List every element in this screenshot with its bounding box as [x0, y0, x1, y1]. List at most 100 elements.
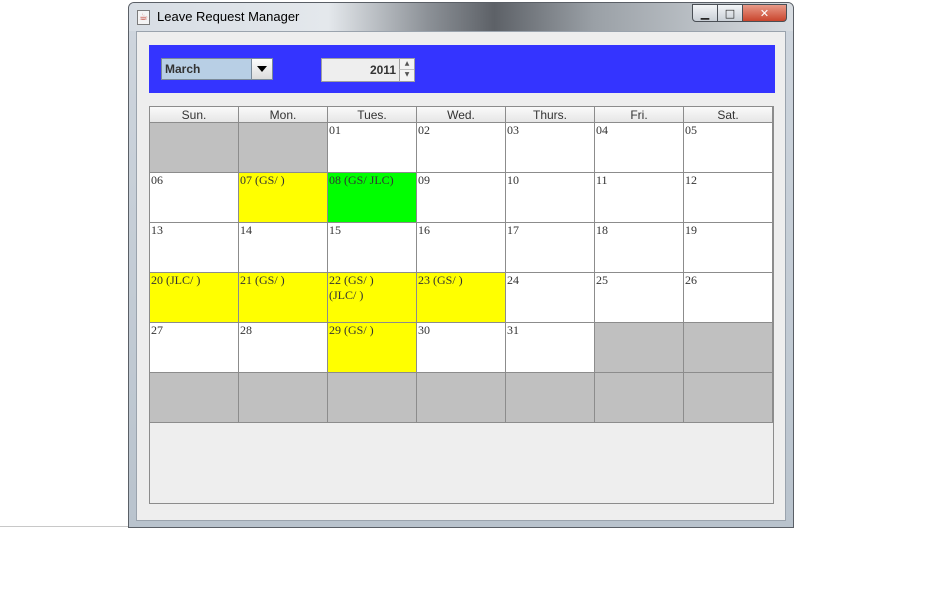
calendar-day-cell[interactable]: 06	[150, 173, 239, 223]
day-header-mon: Mon.	[239, 107, 328, 123]
calendar-day-cell[interactable]: 01	[328, 123, 417, 173]
calendar-day-cell[interactable]: 30	[417, 323, 506, 373]
calendar-day-cell[interactable]: 11	[595, 173, 684, 223]
month-year-selector-bar: March 2011 ▲ ▼	[149, 45, 775, 93]
day-header-wed: Wed.	[417, 107, 506, 123]
calendar-day-cell[interactable]: 09	[417, 173, 506, 223]
calendar-day-cell[interactable]: 27	[150, 323, 239, 373]
maximize-button[interactable]: □	[718, 4, 743, 22]
calendar-day-cell[interactable]: 04	[595, 123, 684, 173]
calendar-day-cell[interactable]: 23 (GS/ )	[417, 273, 506, 323]
day-header-row: Sun. Mon. Tues. Wed. Thurs. Fri. Sat.	[150, 107, 773, 123]
close-icon: ✕	[759, 6, 770, 20]
background-divider-line	[0, 526, 128, 527]
calendar-day-label: 08 (GS/ JLC)	[329, 173, 394, 187]
window-titlebar[interactable]: ☕ Leave Request Manager ▁ □ ✕	[129, 3, 793, 31]
day-header-sun: Sun.	[150, 107, 239, 123]
calendar-day-label: 06	[151, 173, 163, 187]
calendar-day-label: 16	[418, 223, 430, 237]
calendar-day-label: 30	[418, 323, 430, 337]
calendar-empty-cell	[595, 323, 684, 373]
calendar-day-cell[interactable]: 20 (JLC/ )	[150, 273, 239, 323]
calendar-day-cell[interactable]: 18	[595, 223, 684, 273]
calendar-day-cell[interactable]: 14	[239, 223, 328, 273]
calendar-day-label: 26	[685, 273, 697, 287]
day-header-sat: Sat.	[684, 107, 773, 123]
calendar-day-label: 20 (JLC/ )	[151, 273, 201, 287]
calendar-day-cell[interactable]: 24	[506, 273, 595, 323]
calendar-day-label: 13	[151, 223, 163, 237]
calendar-empty-cell	[150, 373, 239, 423]
leave-request-window: ☕ Leave Request Manager ▁ □ ✕ March 2011…	[128, 2, 794, 528]
calendar-day-label: 10	[507, 173, 519, 187]
caption-buttons: ▁ □ ✕	[692, 4, 787, 23]
calendar-day-cell[interactable]: 02	[417, 123, 506, 173]
calendar-day-label: 29 (GS/ )	[329, 323, 374, 337]
calendar-day-cell[interactable]: 16	[417, 223, 506, 273]
calendar-day-label: 22 (GS/ )	[329, 273, 374, 287]
calendar-day-cell[interactable]: 17	[506, 223, 595, 273]
calendar-day-label: 01	[329, 123, 341, 137]
month-dropdown[interactable]: March	[161, 58, 273, 80]
year-spinner[interactable]: 2011 ▲ ▼	[321, 58, 415, 82]
calendar-day-cell[interactable]: 13	[150, 223, 239, 273]
maximize-icon: □	[724, 6, 736, 20]
calendar-day-label: 18	[596, 223, 608, 237]
calendar-day-label: 17	[507, 223, 519, 237]
calendar-day-label: 02	[418, 123, 430, 137]
day-header-fri: Fri.	[595, 107, 684, 123]
calendar-day-cell[interactable]: 05	[684, 123, 773, 173]
main-content-panel: March 2011 ▲ ▼ Sun. Mon. Tues. Wed. Thur…	[136, 31, 786, 521]
calendar-panel: Sun. Mon. Tues. Wed. Thurs. Fri. Sat. 01…	[149, 106, 774, 504]
calendar-day-label: 25	[596, 273, 608, 287]
calendar-day-label: 04	[596, 123, 608, 137]
calendar-day-cell[interactable]: 08 (GS/ JLC)	[328, 173, 417, 223]
calendar-day-cell[interactable]: 19	[684, 223, 773, 273]
calendar-day-cell[interactable]: 12	[684, 173, 773, 223]
calendar-day-label: 19	[685, 223, 697, 237]
calendar-day-label: 07 (GS/ )	[240, 173, 285, 187]
calendar-day-cell[interactable]: 07 (GS/ )	[239, 173, 328, 223]
calendar-day-label: 09	[418, 173, 430, 187]
close-button[interactable]: ✕	[743, 4, 787, 22]
calendar-day-cell[interactable]: 15	[328, 223, 417, 273]
calendar-empty-cell	[328, 373, 417, 423]
calendar-empty-cell	[417, 373, 506, 423]
calendar-day-label: 27	[151, 323, 163, 337]
calendar-empty-cell	[684, 373, 773, 423]
window-title: Leave Request Manager	[157, 9, 300, 24]
calendar-empty-cell	[684, 323, 773, 373]
calendar-day-label: 11	[596, 173, 608, 187]
calendar-day-label: 14	[240, 223, 252, 237]
calendar-day-label: 21 (GS/ )	[240, 273, 285, 287]
calendar-day-cell[interactable]: 10	[506, 173, 595, 223]
spinner-down-arrow-icon[interactable]: ▼	[399, 70, 414, 81]
minimize-icon: ▁	[700, 6, 710, 20]
calendar-empty-cell	[506, 373, 595, 423]
calendar-day-label: (JLC/ )	[329, 288, 364, 302]
calendar-day-cell[interactable]: 31	[506, 323, 595, 373]
month-selected-value: March	[165, 62, 201, 76]
day-header-tue: Tues.	[328, 107, 417, 123]
calendar-day-label: 12	[685, 173, 697, 187]
spinner-up-arrow-icon[interactable]: ▲	[399, 59, 414, 70]
chevron-down-icon[interactable]	[251, 59, 272, 79]
calendar-day-label: 05	[685, 123, 697, 137]
calendar-day-cell[interactable]: 26	[684, 273, 773, 323]
day-header-thu: Thurs.	[506, 107, 595, 123]
minimize-button[interactable]: ▁	[692, 4, 718, 22]
calendar-day-label: 31	[507, 323, 519, 337]
java-app-icon: ☕	[137, 10, 150, 25]
calendar-empty-cell	[595, 373, 684, 423]
calendar-day-label: 28	[240, 323, 252, 337]
calendar-day-cell[interactable]: 03	[506, 123, 595, 173]
calendar-day-cell[interactable]: 25	[595, 273, 684, 323]
calendar-day-cell[interactable]: 21 (GS/ )	[239, 273, 328, 323]
calendar-day-cell[interactable]: 28	[239, 323, 328, 373]
calendar-empty-cell	[239, 123, 328, 173]
calendar-empty-cell	[150, 123, 239, 173]
year-value: 2011	[369, 63, 396, 77]
calendar-day-label: 15	[329, 223, 341, 237]
calendar-day-cell[interactable]: 29 (GS/ )	[328, 323, 417, 373]
calendar-day-cell[interactable]: 22 (GS/ ) (JLC/ )	[328, 273, 417, 323]
